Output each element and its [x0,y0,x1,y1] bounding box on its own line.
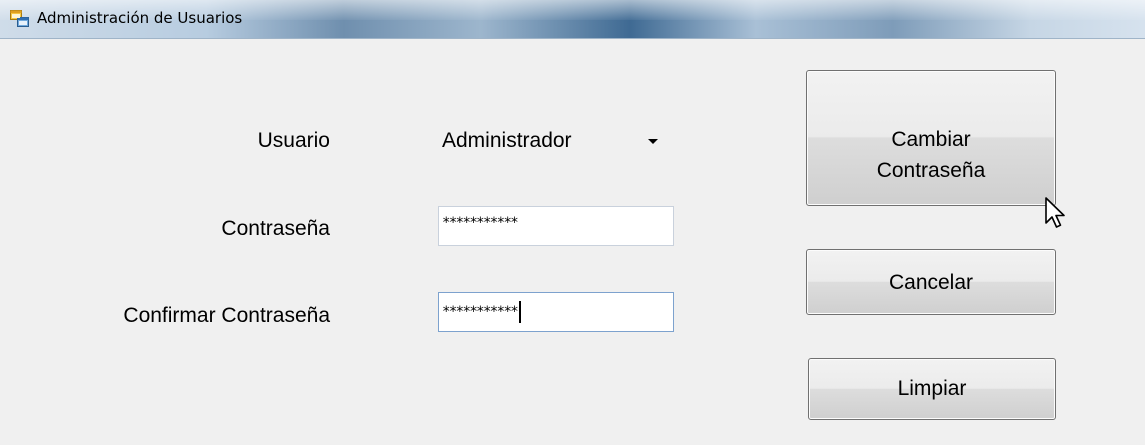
change-password-button[interactable]: Cambiar Contraseña [806,70,1056,206]
clear-button[interactable]: Limpiar [808,358,1056,420]
confirm-password-label: Confirmar Contraseña [123,304,330,327]
confirm-password-field-value: *********** [442,304,519,320]
window-title: Administración de Usuarios [37,9,243,27]
cancel-button[interactable]: Cancelar [806,249,1056,315]
change-password-button-line1: Cambiar [891,128,971,151]
user-select-value: Administrador [442,129,572,152]
password-label: Contraseña [221,217,330,240]
change-password-button-line2: Contraseña [876,159,986,182]
app-window-icon [10,10,29,27]
confirm-password-field[interactable]: *********** [438,292,674,332]
password-field-value: *********** [442,215,519,231]
text-caret [519,301,522,323]
user-select[interactable]: Administrador [438,120,662,164]
title-bar[interactable]: Administración de Usuarios [0,0,1145,39]
mouse-pointer-icon [1045,197,1065,228]
password-field[interactable]: *********** [438,206,674,246]
chevron-down-icon[interactable] [648,139,658,144]
user-label: Usuario [257,129,330,152]
user-admin-window: Administración de Usuarios Usuario Admin… [0,0,1145,445]
